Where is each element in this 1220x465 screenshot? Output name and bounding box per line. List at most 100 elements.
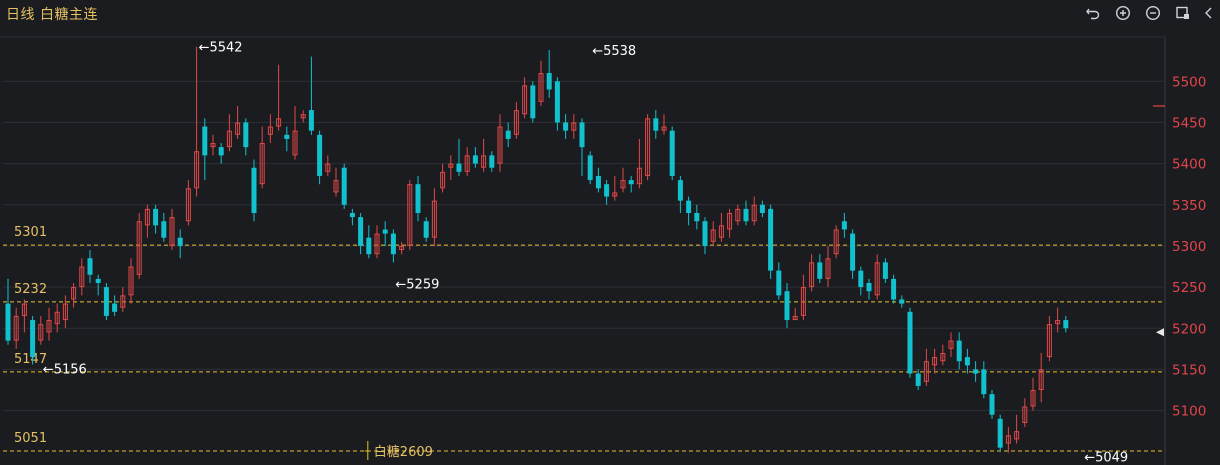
candle-body [5,303,11,341]
candle [62,295,68,329]
last-price-pointer-icon [1156,328,1164,337]
price-tick-label: 5450 [1172,115,1206,131]
candle [882,258,888,283]
candle-body [563,122,569,131]
candle-body [956,340,962,362]
candle [325,155,331,176]
candle [1038,352,1044,403]
undo-button[interactable] [1078,3,1108,23]
contract-marker-label: 白糖2609 [374,444,433,460]
candle [817,254,823,283]
candle [415,175,421,222]
candle [87,250,93,283]
candlestick-chart[interactable]: 5301523251475051 51005150520052505300535… [0,0,1220,465]
candle-body [915,373,921,386]
candle [874,254,880,300]
candle-body [907,311,913,374]
candle-body [858,270,864,288]
candle [1022,398,1028,428]
candle [989,390,995,419]
candle [472,147,478,168]
candle [923,348,929,386]
candle [267,114,273,144]
candle-body [882,262,888,279]
candle [768,204,774,279]
candle-body [776,270,782,296]
candle [46,307,52,341]
candle [456,138,462,176]
candle [620,167,626,193]
candle-body [284,134,290,139]
chart-header: 日线 白糖主连 [0,0,1220,26]
zoom-in-button[interactable] [1108,3,1138,23]
candle-body [866,282,872,292]
candle-body [153,208,159,226]
price-tick-label: 5250 [1172,280,1206,296]
candle [800,274,806,321]
candle-body [505,130,511,139]
candle-body [964,357,970,366]
candle-body [677,180,683,201]
candle-body [595,175,601,189]
candle [776,262,782,300]
candle-body [251,167,257,214]
candle [530,81,536,123]
candle [948,332,954,358]
layout-settings-icon [1176,6,1189,19]
candle [407,180,413,251]
level-label: 5051 [14,431,47,446]
candle [251,159,257,222]
candle [956,332,962,370]
candle-body [973,369,979,374]
price-annotations: ←5542 ←5538 ←5259 ←5156 ←5049 白糖2609 [43,41,1128,465]
candle [21,299,27,333]
candle [292,105,298,160]
candle [374,225,380,259]
candle-body [218,147,224,156]
candle [792,307,798,321]
zoom-out-button[interactable] [1138,3,1168,23]
candle [79,258,85,296]
candle-body [759,204,765,214]
zoom-in-icon [1115,5,1131,21]
candle [563,114,569,139]
candle [95,274,101,296]
candle [522,77,528,119]
candle [399,241,405,255]
collapse-icon [1205,7,1212,19]
candle [686,196,692,226]
candle [423,217,429,242]
toolbar [1078,3,1220,23]
candle [210,134,216,156]
candle [1014,414,1020,444]
candle-body [341,167,347,205]
price-tick-label: 5500 [1172,74,1206,90]
candle [390,229,396,263]
candle-body [628,180,634,185]
candle-body [841,221,847,230]
candle [595,167,601,193]
candle-body [669,130,675,176]
candle-body [850,233,856,271]
candle-body [243,122,249,148]
collapse-button[interactable] [1198,3,1220,23]
price-tick-label: 5300 [1172,239,1206,255]
candle [259,126,265,189]
price-tick-label: 5200 [1172,321,1206,337]
candle [194,46,200,197]
candle [899,295,905,308]
extreme-price-label: ←5538 [592,44,636,59]
candle-body [587,155,593,181]
layout-settings-button[interactable] [1168,3,1198,23]
candle [169,208,175,251]
candle [628,175,634,193]
candle [833,225,839,259]
candle-body [103,287,109,316]
candle [759,200,765,218]
candle-body [308,110,314,131]
candle [505,122,511,148]
candle [702,217,708,255]
candle [866,278,872,300]
candle [1063,315,1069,333]
candle-body [112,303,118,312]
